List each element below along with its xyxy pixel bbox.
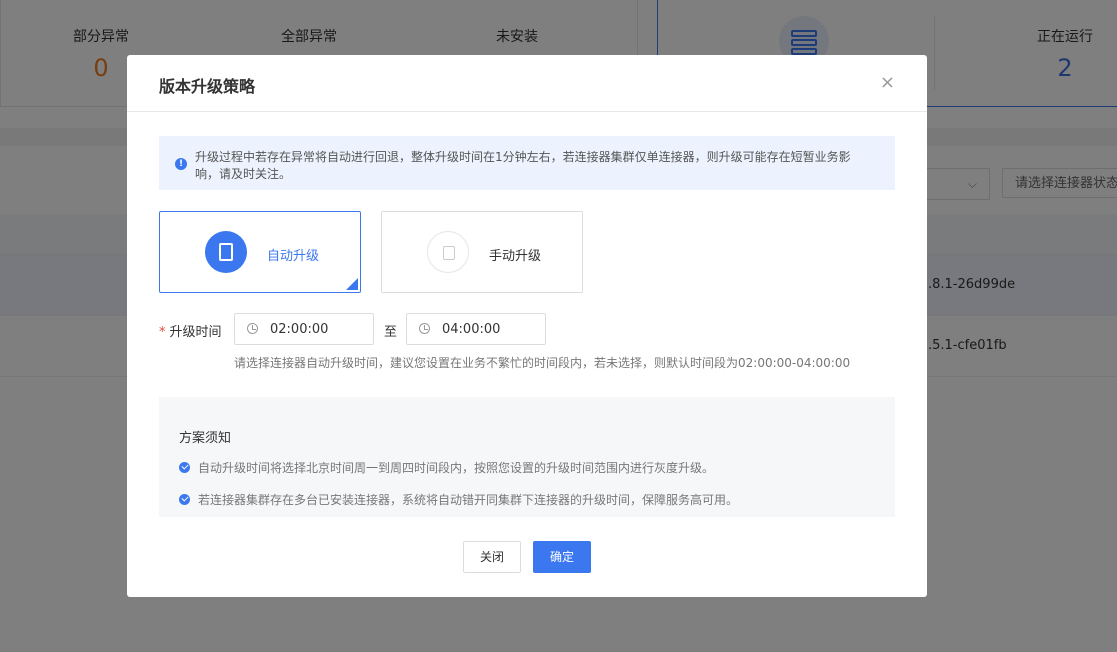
- manual-upgrade-option[interactable]: 手动升级: [381, 211, 583, 293]
- auto-upgrade-option[interactable]: 自动升级: [159, 211, 361, 293]
- info-text: 升级过程中若存在异常将自动进行回退，整体升级时间在1分钟左右，若连接器集群仅单连…: [195, 150, 851, 181]
- note-item: 自动升级时间将选择北京时间周一到周四时间段内，按照您设置的升级时间范围内进行灰度…: [179, 459, 714, 476]
- confirm-button[interactable]: 确定: [533, 541, 591, 573]
- close-button[interactable]: 关闭: [463, 541, 521, 573]
- upgrade-time-label: * 升级时间: [159, 325, 222, 340]
- upgrade-time-hint: 请选择连接器自动升级时间，建议您设置在业务不繁忙的时间段内，若未选择，则默认时间…: [234, 356, 851, 370]
- end-time-value: 04:00:00: [442, 322, 501, 337]
- option-label: 自动升级: [267, 249, 320, 264]
- close-icon[interactable]: ×: [880, 73, 895, 93]
- notes-title: 方案须知: [179, 431, 232, 446]
- info-alert: ! 升级过程中若存在异常将自动进行回退，整体升级时间在1分钟左右，若连接器集群仅…: [159, 136, 895, 190]
- note-item: 若连接器集群存在多台已安装连接器，系统将自动错开同集群下连接器的升级时间，保障服…: [179, 491, 738, 508]
- upgrade-time-row: * 升级时间 02:00:00 至 04:00:00: [159, 313, 859, 345]
- start-time-value: 02:00:00: [270, 322, 329, 337]
- required-mark: *: [159, 325, 166, 340]
- end-time-picker[interactable]: 04:00:00: [406, 313, 546, 345]
- option-label: 手动升级: [489, 249, 542, 264]
- notes-panel: 方案须知 自动升级时间将选择北京时间周一到周四时间段内，按照您设置的升级时间范围…: [159, 397, 895, 517]
- clock-icon: [247, 323, 258, 334]
- clock-icon: [419, 323, 430, 334]
- check-circle-icon: [179, 494, 190, 505]
- dialog-title: 版本升级策略: [159, 77, 256, 96]
- auto-upgrade-icon: [205, 231, 247, 273]
- manual-upgrade-icon: [427, 231, 469, 273]
- dialog-header: 版本升级策略 ×: [127, 55, 927, 112]
- upgrade-strategy-dialog: 版本升级策略 × ! 升级过程中若存在异常将自动进行回退，整体升级时间在1分钟左…: [127, 55, 927, 597]
- start-time-picker[interactable]: 02:00:00: [234, 313, 374, 345]
- selected-corner-icon: [346, 278, 358, 290]
- time-separator: 至: [384, 325, 398, 340]
- check-circle-icon: [179, 462, 190, 473]
- info-icon: !: [175, 158, 187, 170]
